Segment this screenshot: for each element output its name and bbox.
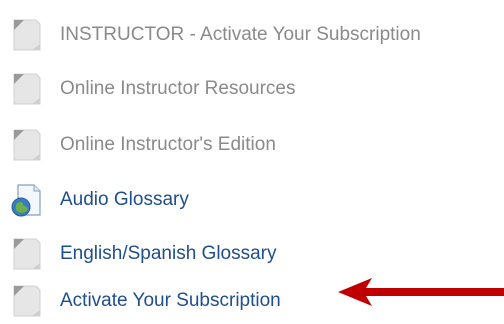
page-icon [13,129,41,161]
list-item-label: Audio Glossary [60,189,189,210]
page-icon [13,19,41,51]
audio-file-icon [11,184,41,217]
list-item-english-spanish-glossary[interactable]: English/Spanish Glossary [0,227,504,281]
arrow-left-icon [338,278,504,306]
list-item-instructor-activate[interactable]: INSTRUCTOR - Activate Your Subscription [0,8,504,62]
page-icon [13,238,41,270]
list-item-label: INSTRUCTOR - Activate Your Subscription [60,24,421,45]
list-item-online-instructors-edition[interactable]: Online Instructor's Edition [0,118,504,172]
list-item-label: English/Spanish Glossary [60,243,277,264]
list-item-label: Online Instructor Resources [60,78,296,99]
list-item-audio-glossary[interactable]: Audio Glossary [0,173,504,227]
list-item-online-instructor-resources[interactable]: Online Instructor Resources [0,62,504,116]
resource-list: INSTRUCTOR - Activate Your Subscription … [0,0,504,324]
list-item-label: Online Instructor's Edition [60,134,276,155]
page-icon [13,285,41,317]
list-item-label: Activate Your Subscription [60,290,281,311]
page-icon [13,73,41,105]
